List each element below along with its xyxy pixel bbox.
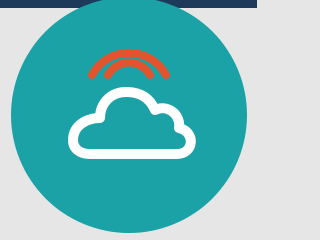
app-icon-graphic xyxy=(11,0,247,233)
icon-background-circle xyxy=(11,0,247,233)
app-icon[interactable] xyxy=(0,0,257,240)
app-icon-frame xyxy=(0,0,257,240)
